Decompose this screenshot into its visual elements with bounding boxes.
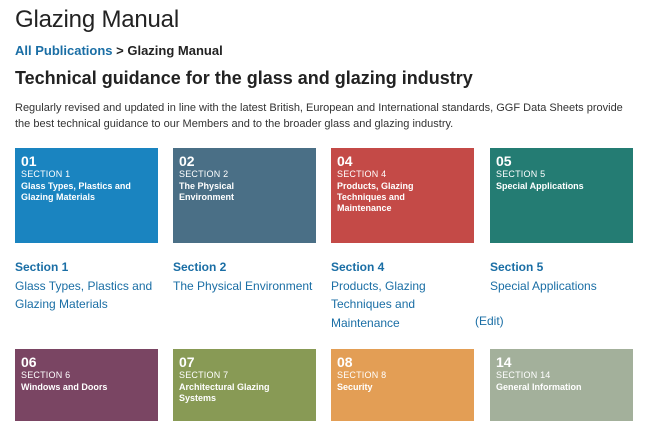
section-link-text[interactable]: Maintenance bbox=[331, 314, 481, 333]
section-link-heading[interactable]: Section 1 bbox=[15, 258, 165, 277]
page-subtitle: Technical guidance for the glass and gla… bbox=[15, 68, 473, 88]
tile-number: 01 bbox=[21, 153, 37, 169]
edit-link[interactable]: (Edit) bbox=[475, 314, 504, 328]
tile-title: Products, Glazing Techniques and Mainten… bbox=[337, 181, 414, 213]
tile-section-8[interactable]: 08 SECTION 8 Security bbox=[331, 349, 474, 421]
section-link-text[interactable]: Products, Glazing bbox=[331, 277, 481, 296]
section-link-5: Section 5 Special Applications bbox=[490, 258, 640, 295]
tile-section-label: SECTION 6 bbox=[21, 370, 71, 380]
page: Glazing Manual All Publications > Glazin… bbox=[0, 0, 650, 421]
tile-section-label: SECTION 14 bbox=[496, 370, 551, 380]
tile-section-label: SECTION 5 bbox=[496, 169, 546, 179]
tile-title: Security bbox=[337, 382, 373, 392]
tile-section-5[interactable]: 05 SECTION 5 Special Applications bbox=[490, 148, 633, 243]
tile-number: 04 bbox=[337, 153, 353, 169]
breadcrumb-current: Glazing Manual bbox=[127, 43, 223, 58]
tile-section-label: SECTION 2 bbox=[179, 169, 229, 179]
tile-section-2[interactable]: 02 SECTION 2 The Physical Environment bbox=[173, 148, 316, 243]
tile-number: 05 bbox=[496, 153, 512, 169]
tile-title: Special Applications bbox=[496, 181, 584, 191]
tile-section-1[interactable]: 01 SECTION 1 Glass Types, Plastics and G… bbox=[15, 148, 158, 243]
breadcrumb: All Publications > Glazing Manual bbox=[15, 43, 223, 58]
tile-title: Architectural Glazing Systems bbox=[179, 382, 270, 403]
section-link-text[interactable]: Glass Types, Plastics and bbox=[15, 277, 165, 296]
section-link-text[interactable]: Glazing Materials bbox=[15, 295, 165, 314]
tile-title: Glass Types, Plastics and Glazing Materi… bbox=[21, 181, 131, 202]
tile-section-label: SECTION 1 bbox=[21, 169, 71, 179]
tile-section-label: SECTION 7 bbox=[179, 370, 229, 380]
tile-title: General Information bbox=[496, 382, 582, 392]
tile-title: Windows and Doors bbox=[21, 382, 108, 392]
section-link-text[interactable]: The Physical Environment bbox=[173, 277, 323, 296]
page-title: Glazing Manual bbox=[15, 6, 179, 33]
tile-section-4[interactable]: 04 SECTION 4 Products, Glazing Technique… bbox=[331, 148, 474, 243]
tile-section-14[interactable]: 14 SECTION 14 General Information bbox=[490, 349, 633, 421]
tile-number: 08 bbox=[337, 354, 353, 370]
tile-number: 14 bbox=[496, 354, 512, 370]
breadcrumb-link-all-publications[interactable]: All Publications bbox=[15, 43, 113, 58]
section-link-heading[interactable]: Section 4 bbox=[331, 258, 481, 277]
tile-number: 07 bbox=[179, 354, 195, 370]
intro-paragraph: Regularly revised and updated in line wi… bbox=[15, 102, 623, 130]
tile-section-7[interactable]: 07 SECTION 7 Architectural Glazing Syste… bbox=[173, 349, 316, 421]
section-link-text[interactable]: Special Applications bbox=[490, 277, 640, 296]
section-link-heading[interactable]: Section 5 bbox=[490, 258, 640, 277]
section-link-heading[interactable]: Section 2 bbox=[173, 258, 323, 277]
section-link-4: Section 4 Products, Glazing Techniques a… bbox=[331, 258, 481, 332]
section-link-1: Section 1 Glass Types, Plastics and Glaz… bbox=[15, 258, 165, 314]
tile-section-label: SECTION 4 bbox=[337, 169, 387, 179]
tile-section-label: SECTION 8 bbox=[337, 370, 387, 380]
tile-number: 06 bbox=[21, 354, 37, 370]
section-link-text[interactable]: Techniques and bbox=[331, 295, 481, 314]
tile-number: 02 bbox=[179, 153, 195, 169]
tile-title: The Physical Environment bbox=[179, 181, 235, 202]
tile-section-6[interactable]: 06 SECTION 6 Windows and Doors bbox=[15, 349, 158, 421]
breadcrumb-separator: > bbox=[112, 43, 128, 58]
section-link-2: Section 2 The Physical Environment bbox=[173, 258, 323, 295]
